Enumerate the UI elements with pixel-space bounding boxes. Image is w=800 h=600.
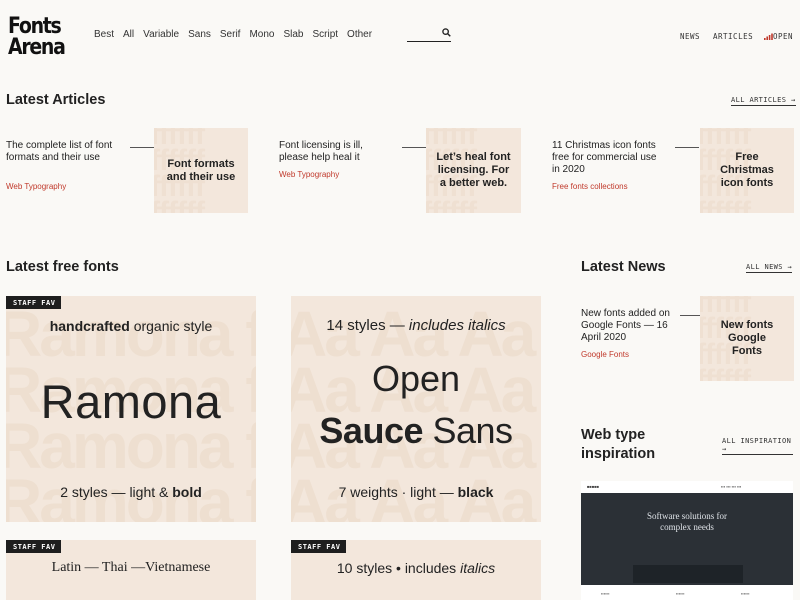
- footer-item: ▪▪▪▪▪▪: [741, 591, 750, 596]
- all-articles-link[interactable]: ALL ARTICLES →: [731, 96, 796, 106]
- top-link-open[interactable]: OPEN: [764, 32, 793, 41]
- nav-best[interactable]: Best: [94, 29, 114, 40]
- news-title[interactable]: New fonts added on Google Fonts — 16 Apr…: [581, 308, 681, 344]
- thumb-caption: New fonts Google Fonts: [720, 319, 774, 357]
- font-name: Ramona: [40, 375, 222, 428]
- tagline-rest: organic style: [129, 318, 213, 334]
- thumb-caption: Free Christmas icon fonts: [720, 151, 774, 189]
- article-thumbnail-2[interactable]: ffffff ffffff ffffff ffffff Let’s heal font…: [426, 128, 521, 213]
- news-thumbnail[interactable]: ffffff ffffff ffffff ffffff New fonts Googl…: [700, 296, 794, 381]
- all-news-link[interactable]: ALL NEWS →: [746, 263, 793, 273]
- screenshot-panel: [633, 565, 743, 583]
- card-styles: 2 styles — light & bold: [6, 484, 256, 500]
- nav-mono[interactable]: Mono: [249, 29, 274, 40]
- screenshot-menu: ▪▪▪ ▪▪▪ ▪▪▪ ▪▪▪: [721, 484, 742, 489]
- thumb-caption: Let’s heal font licensing. For a better …: [436, 151, 511, 189]
- article-title-2[interactable]: Font licensing is ill, please help heal …: [279, 140, 391, 164]
- card-tagline: 10 styles • includes italics: [291, 560, 541, 576]
- screenshot-topbar: ■■■■■ ▪▪▪ ▪▪▪ ▪▪▪ ▪▪▪: [581, 481, 793, 493]
- tagline-pre: 14 styles —: [326, 317, 409, 334]
- font-card-ramona[interactable]: Ramona foRamona foRamona foRamona fo STA…: [6, 296, 256, 522]
- font-name-line-1: Open: [371, 358, 461, 399]
- signal-bars-icon: [764, 33, 773, 40]
- hero-line-1: Software solutions for: [647, 511, 727, 521]
- tagline-pre: 10 styles • includes: [336, 560, 461, 576]
- divider-line: [675, 147, 699, 148]
- main-nav: Best All Variable Sans Serif Mono Slab S…: [94, 29, 381, 40]
- card-tagline: Latin — Thai —Vietnamese: [51, 560, 211, 575]
- font-name-rest: Sans: [423, 410, 514, 451]
- styles-pre: 2 styles — light &: [60, 484, 173, 500]
- site-logo[interactable]: Fonts Arena: [8, 14, 66, 60]
- article-category-3[interactable]: Free fonts collections: [552, 182, 628, 191]
- nav-sans[interactable]: Sans: [188, 29, 211, 40]
- article-title-1[interactable]: The complete list of font formats and th…: [6, 140, 118, 164]
- inspiration-screenshot[interactable]: ■■■■■ ▪▪▪ ▪▪▪ ▪▪▪ ▪▪▪ Software solutions…: [581, 481, 793, 600]
- staff-fav-badge: STAFF FAV: [6, 296, 62, 309]
- nav-variable[interactable]: Variable: [143, 29, 179, 40]
- nav-all[interactable]: All: [123, 29, 134, 40]
- tagline-bold: handcrafted: [49, 318, 130, 334]
- staff-fav-badge: STAFF FAV: [291, 540, 347, 553]
- search-icon[interactable]: [442, 28, 451, 37]
- news-category[interactable]: Google Fonts: [581, 350, 629, 359]
- open-label: OPEN: [773, 32, 794, 41]
- latest-articles-heading: Latest Articles: [6, 92, 106, 108]
- styles-pre: 7 weights · light —: [338, 484, 458, 500]
- divider-line: [130, 147, 154, 148]
- article-title-3[interactable]: 11 Christmas icon fonts free for commerc…: [552, 140, 667, 176]
- tagline-italic: includes italics: [408, 317, 506, 334]
- styles-bold: black: [457, 484, 494, 500]
- nav-other[interactable]: Other: [347, 29, 372, 40]
- font-card-3[interactable]: STAFF FAV Latin — Thai —Vietnamese: [6, 540, 256, 600]
- article-thumbnail-3[interactable]: ffffff ffffff ffffff ffffff Free Christmas …: [700, 128, 794, 213]
- inspiration-heading-line-1: Web type: [581, 427, 646, 443]
- font-name-bold: Sauce: [319, 410, 423, 451]
- screenshot-logo: ■■■■■: [587, 484, 600, 489]
- all-inspiration-link[interactable]: ALL INSPIRATION →: [722, 437, 793, 455]
- font-card-4[interactable]: STAFF FAV 10 styles • includes italics: [291, 540, 541, 600]
- divider-line: [402, 147, 426, 148]
- divider-line: [680, 315, 700, 316]
- font-name-line-2: Sauce Sans: [291, 410, 541, 452]
- article-category-2[interactable]: Web Typography: [279, 170, 339, 179]
- footer-item: ▪▪▪▪▪▪: [676, 591, 685, 596]
- hero-line-2: complex needs: [660, 522, 714, 532]
- font-card-open-sauce-sans[interactable]: Aa Aa Aa AaAa Aa Aa AaAa Aa Aa AaAa Aa A…: [291, 296, 541, 522]
- search-input[interactable]: [407, 26, 451, 42]
- styles-bold: bold: [172, 484, 202, 500]
- nav-slab[interactable]: Slab: [283, 29, 303, 40]
- inspiration-heading-line-2: inspiration: [581, 446, 656, 462]
- screenshot-footer: ▪▪▪▪▪▪ ▪▪▪▪▪▪ ▪▪▪▪▪▪: [581, 585, 793, 600]
- top-link-articles[interactable]: ARTICLES: [713, 32, 753, 41]
- staff-fav-badge: STAFF FAV: [6, 540, 62, 553]
- logo-line-2: Arena: [8, 35, 66, 60]
- screenshot-hero: Software solutions for complex needs: [581, 511, 793, 533]
- nav-serif[interactable]: Serif: [220, 29, 241, 40]
- card-tagline: handcrafted organic style: [6, 318, 256, 334]
- logo-line-1: Fonts: [8, 14, 62, 39]
- tagline-italic: italics: [460, 560, 496, 576]
- article-category-1[interactable]: Web Typography: [6, 182, 66, 191]
- inspiration-heading: Web type inspiration: [581, 426, 655, 464]
- latest-free-fonts-heading: Latest free fonts: [6, 259, 119, 275]
- card-styles: 7 weights · light — black: [291, 484, 541, 500]
- card-tagline: 14 styles — includes italics: [291, 317, 541, 334]
- article-thumbnail-1[interactable]: ffffff ffffff ffffff ffffff Font formats an…: [154, 128, 248, 213]
- latest-news-heading: Latest News: [581, 259, 666, 275]
- footer-item: ▪▪▪▪▪▪: [601, 591, 610, 596]
- thumb-caption: Font formats and their use: [166, 157, 236, 183]
- top-link-news[interactable]: NEWS: [680, 32, 700, 41]
- nav-script[interactable]: Script: [312, 29, 338, 40]
